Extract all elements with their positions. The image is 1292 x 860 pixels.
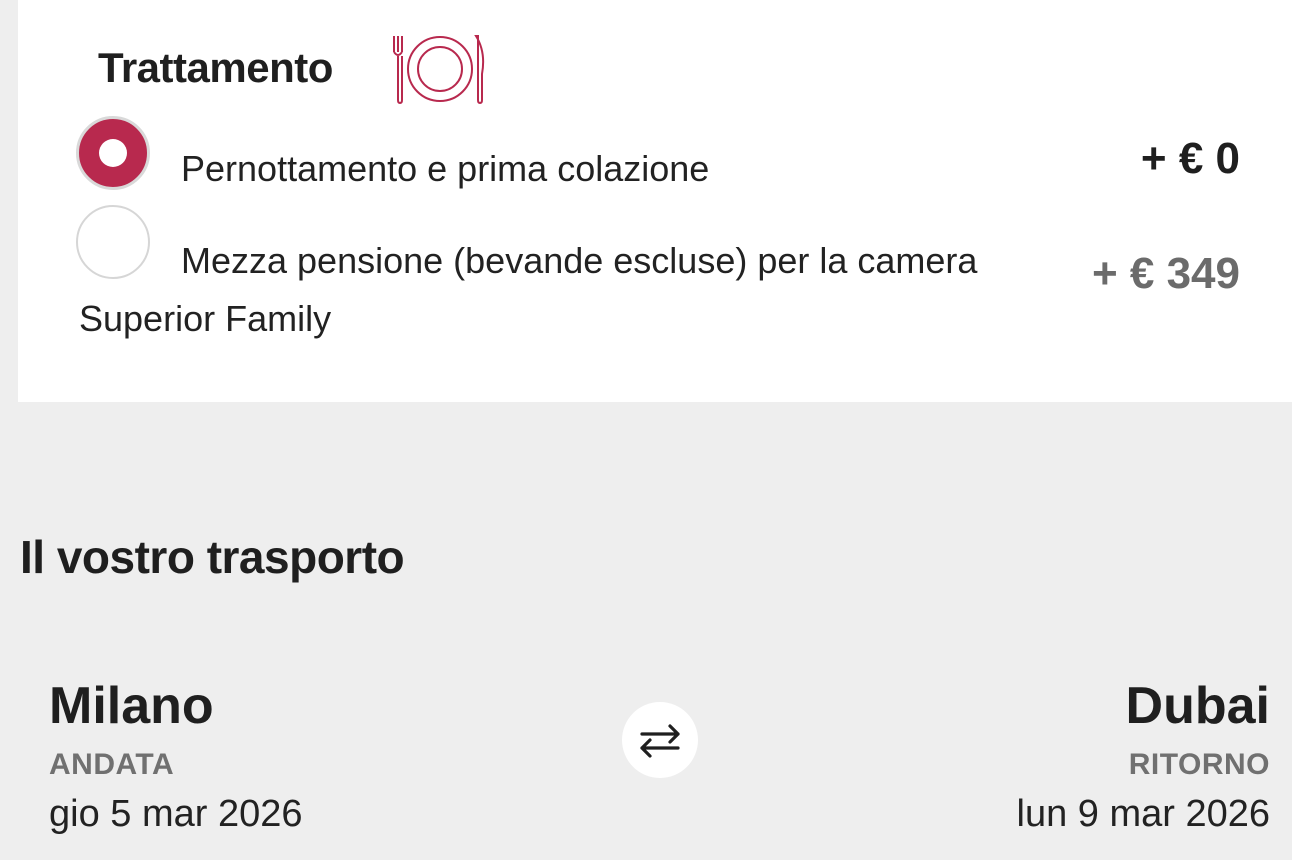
origin-city: Milano xyxy=(49,677,214,735)
meal-option-label-line1: Mezza pensione (bevande escluse) per la … xyxy=(181,240,978,281)
destination-city: Dubai xyxy=(1125,677,1270,735)
origin-date: gio 5 mar 2026 xyxy=(49,793,303,835)
radio-selected[interactable] xyxy=(76,116,150,190)
meal-option-label: Pernottamento e prima colazione xyxy=(181,148,710,189)
meal-option-breakfast[interactable]: Pernottamento e prima colazione + € 0 xyxy=(18,116,1292,196)
meal-plan-card: Trattamento Pernottamento e prima colazi… xyxy=(18,0,1292,402)
meal-option-price: + € 349 xyxy=(1091,249,1240,298)
meal-option-price: + € 0 xyxy=(1140,134,1240,183)
destination-direction: RITORNO xyxy=(1128,748,1270,781)
swap-arrows-icon xyxy=(640,724,680,758)
meal-option-half-board[interactable]: Mezza pensione (bevande escluse) per la … xyxy=(18,205,1292,355)
origin-direction: ANDATA xyxy=(49,748,175,781)
swap-button[interactable] xyxy=(622,702,698,778)
transport-title: Il vostro trasporto xyxy=(20,531,405,583)
radio-unselected[interactable] xyxy=(76,205,150,279)
plate-cutlery-icon xyxy=(393,35,485,104)
destination-date: lun 9 mar 2026 xyxy=(1016,793,1271,835)
meal-plan-title: Trattamento xyxy=(98,44,333,91)
meal-option-label-line2: Superior Family xyxy=(79,298,332,339)
